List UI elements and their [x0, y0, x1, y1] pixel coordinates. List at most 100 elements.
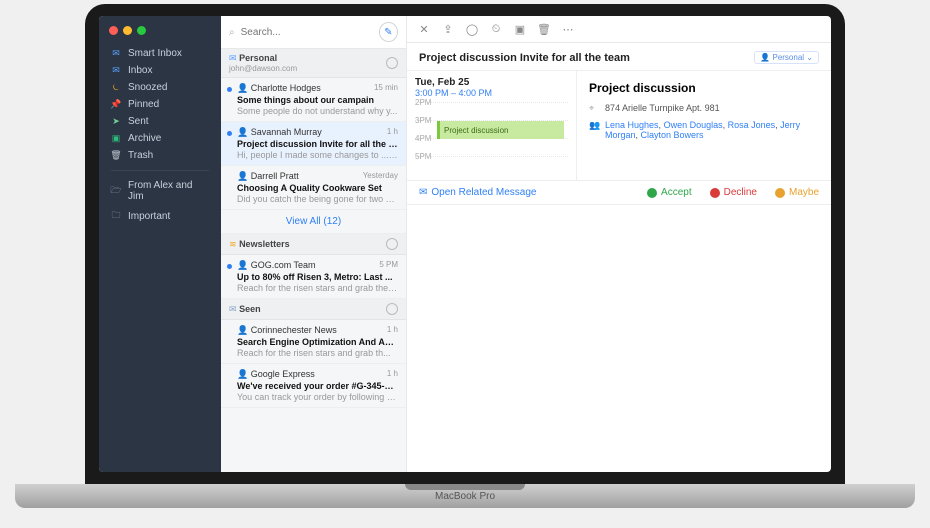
sidebar-item-label: Pinned — [128, 99, 159, 110]
unread-dot — [227, 87, 232, 92]
attendee-link[interactable]: Owen Douglas — [664, 120, 723, 130]
attachment-icon: 📎 — [391, 151, 398, 160]
event-location: 874 Arielle Turnpike Apt. 981 — [605, 103, 720, 114]
screen-bezel: ✉Smart Inbox✉Inbox⏾Snoozed📌Pinned➤Sent▣A… — [85, 4, 845, 484]
event-details: Project discussion ⌖ 874 Arielle Turnpik… — [577, 71, 831, 180]
section-icon: ✉ — [229, 53, 237, 63]
sidebar-item-pinned[interactable]: 📌Pinned — [99, 96, 221, 113]
attendee-link[interactable]: Clayton Bowers — [641, 130, 704, 140]
message-subject: Project discussion Invite for all the te… — [237, 139, 398, 149]
search-bar: ⌕ ✎ — [221, 16, 406, 49]
sidebar-icon: ✉ — [111, 48, 121, 59]
event-date: Tue, Feb 25 — [415, 77, 568, 88]
message-row[interactable]: 👤 Darrell Pratt YesterdayChoosing A Quali… — [221, 166, 406, 210]
message-subject: Up to 80% off Risen 3, Metro: Last ... — [237, 272, 398, 282]
rsvp-buttons: Accept Decline Maybe — [647, 187, 819, 198]
sidebar-item-inbox[interactable]: ✉ Inbox — [99, 62, 221, 79]
close-icon[interactable]: ✕ — [417, 22, 431, 36]
section-title: Seen — [239, 304, 261, 314]
section-header[interactable]: ≋ Newsletters — [221, 234, 406, 255]
snooze-icon[interactable]: ⏲ — [489, 22, 503, 36]
search-input[interactable] — [241, 27, 373, 38]
sidebar-folder-label: Important — [128, 211, 170, 222]
trash-icon[interactable]: 🗑 — [537, 22, 551, 36]
message-preview: Reach for the risen stars and grab th... — [237, 348, 398, 358]
compose-button[interactable]: ✎ — [379, 22, 398, 42]
sidebar-folder[interactable]: 🗀Important — [99, 205, 221, 227]
sidebar-item-sent[interactable]: ➤ Sent — [99, 113, 221, 130]
open-related-message[interactable]: ✉ Open Related Message — [419, 187, 536, 198]
message-row[interactable]: 👤 GOG.com Team5 PMUp to 80% off Risen 3,… — [221, 255, 406, 299]
message-subject: We've received your order #G-345-04... — [237, 381, 398, 391]
sidebar-item-label: Inbox — [128, 65, 152, 76]
sidebar-folder-label: From Alex and Jim — [128, 180, 209, 202]
more-icon[interactable]: ⋯ — [561, 22, 575, 36]
message-preview: Some people do not understand why y... — [237, 106, 398, 116]
event-time-range: 3:00 PM – 4:00 PM — [415, 88, 568, 98]
person-icon: 👤 — [760, 53, 770, 62]
sidebar-item-smart-inbox[interactable]: ✉Smart Inbox — [99, 45, 221, 62]
sidebar-folder[interactable]: 🗁From Alex and Jim — [99, 177, 221, 205]
message-row[interactable]: 👤 Corinnechester News 1 hSearch Engine Op… — [221, 320, 406, 364]
unread-dot — [227, 264, 232, 269]
event-location-row: ⌖ 874 Arielle Turnpike Apt. 981 — [589, 103, 819, 114]
mark-read-icon[interactable] — [386, 303, 398, 315]
sidebar-item-snoozed[interactable]: ⏾Snoozed — [99, 79, 221, 96]
section-header[interactable]: ✉ Personaljohn@dawson.com — [221, 49, 406, 78]
sidebar-divider — [111, 170, 209, 171]
message-subject: Search Engine Optimization And Adve... — [237, 337, 398, 347]
sidebar-icon: ▣ — [111, 133, 121, 144]
mark-read-icon[interactable] — [386, 57, 398, 69]
section-header[interactable]: ✉ Seen — [221, 299, 406, 320]
maximize-window[interactable] — [137, 26, 146, 35]
message-sender: 👤 Darrell Pratt — [237, 171, 299, 182]
tag-badge[interactable]: 👤 Personal ⌄ — [754, 51, 819, 64]
maybe-icon — [775, 188, 785, 198]
calendar-event: Tue, Feb 25 3:00 PM – 4:00 PM 2PM3PM4PM5… — [407, 71, 831, 181]
message-preview: Did you catch the being gone for two w..… — [237, 194, 398, 204]
sidebar-item-label: Sent — [128, 116, 149, 127]
sidebar-item-trash[interactable]: 🗑Trash — [99, 147, 221, 164]
laptop-base: MacBook Pro — [15, 484, 915, 508]
message-time: 1 h — [387, 325, 398, 336]
reader-header: Project discussion Invite for all the te… — [407, 43, 831, 71]
event-action-bar: ✉ Open Related Message Accept Decline Ma… — [407, 181, 831, 205]
archive-icon[interactable]: ▣ — [513, 22, 527, 36]
pin-icon[interactable]: ⇪ — [441, 22, 455, 36]
minimize-window[interactable] — [123, 26, 132, 35]
laptop-frame: ✉Smart Inbox✉Inbox⏾Snoozed📌Pinned➤Sent▣A… — [15, 4, 915, 524]
message-sender: 👤 GOG.com Team — [237, 260, 316, 271]
section-icon: ✉ — [229, 304, 237, 314]
message-preview: Hi, people I made some changes to ... 📎 — [237, 150, 398, 160]
decline-button[interactable]: Decline — [710, 187, 757, 198]
sidebar-icon: ➤ — [111, 116, 121, 127]
message-row[interactable]: 👤 Savannah Murray1 hProject discussion I… — [221, 122, 406, 166]
accept-button[interactable]: Accept — [647, 187, 692, 198]
view-all-link[interactable]: View All (12) — [221, 210, 406, 234]
message-sender: 👤 Corinnechester News — [237, 325, 337, 336]
message-subject: Choosing A Quality Cookware Set — [237, 183, 398, 193]
reader-toolbar: ✕ ⇪ ◯ ⏲ ▣ 🗑 ⋯ — [407, 16, 831, 43]
attendee-list: Lena Hughes, Owen Douglas, Rosa Jones, J… — [605, 120, 819, 140]
close-window[interactable] — [109, 26, 118, 35]
section-title: Newsletters — [239, 239, 290, 249]
message-time: Yesterday — [363, 171, 398, 182]
message-row[interactable]: 👤 Google Express1 hWe've received your o… — [221, 364, 406, 408]
sidebar-icon: ✉ — [111, 65, 121, 76]
mark-read-icon[interactable] — [386, 238, 398, 250]
message-row[interactable]: 👤 Charlotte Hodges15 minSome things abou… — [221, 78, 406, 122]
app-window: ✉Smart Inbox✉Inbox⏾Snoozed📌Pinned➤Sent▣A… — [99, 16, 831, 472]
sidebar-icon: 🗑 — [111, 150, 121, 161]
unread-dot — [227, 131, 232, 136]
window-controls — [99, 22, 221, 45]
attendee-link[interactable]: Rosa Jones — [728, 120, 776, 130]
maybe-button[interactable]: Maybe — [775, 187, 819, 198]
attendee-link[interactable]: Lena Hughes — [605, 120, 659, 130]
message-time: 1 h — [387, 127, 398, 138]
circle-icon[interactable]: ◯ — [465, 22, 479, 36]
accept-icon — [647, 188, 657, 198]
message-sender: 👤 Charlotte Hodges — [237, 83, 321, 94]
sidebar-item-archive[interactable]: ▣Archive — [99, 130, 221, 147]
chevron-down-icon: ⌄ — [806, 53, 813, 62]
event-chip[interactable]: Project discussion — [437, 121, 564, 139]
